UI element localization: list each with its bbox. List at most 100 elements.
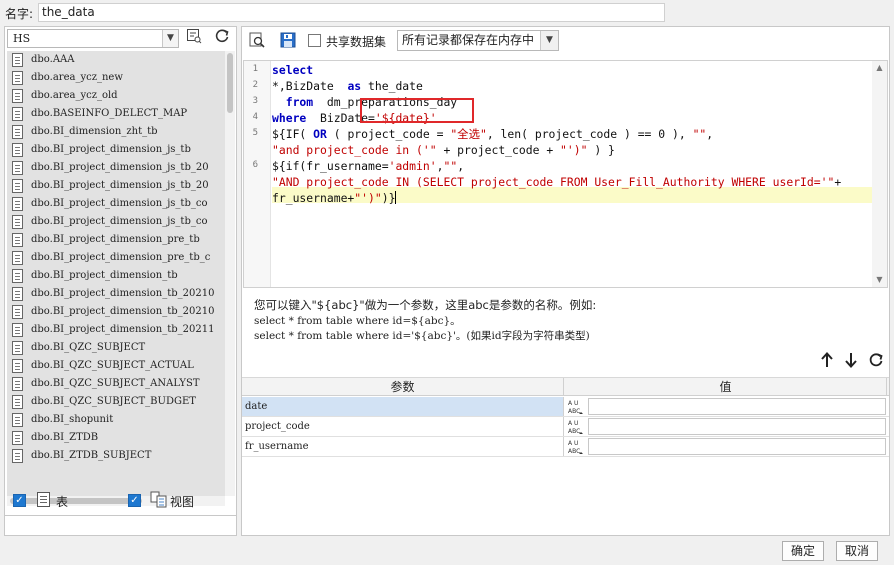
highlight-box [360,98,474,123]
move-up-icon[interactable] [818,352,836,370]
table-list-item[interactable]: dbo.BI_QZC_SUBJECT_BUDGET [7,393,225,411]
help-line-2: select * from table where id=${abc}。 [254,315,461,327]
svg-text:ABC: ABC [568,448,580,455]
move-down-icon[interactable] [842,352,860,370]
show-tables-checkbox[interactable]: ✓ [13,494,26,507]
table-list-item[interactable]: dbo.BI_project_dimension_js_tb_co [7,213,225,231]
parameter-row[interactable]: date A U ABC [242,397,889,417]
editor-vertical-scrollbar[interactable]: ▲ ▼ [872,61,887,287]
save-icon[interactable] [279,31,297,49]
table-icon [12,215,23,229]
refresh-parameters-icon[interactable] [867,352,885,370]
table-list-item[interactable]: dbo.BI_QZC_SUBJECT_ANALYST [7,375,225,393]
table-icon [12,251,23,265]
scroll-down-icon[interactable]: ▼ [872,273,887,287]
table-list-item[interactable]: dbo.BI_project_dimension_pre_tb_c [7,249,225,267]
code-token: , [706,127,714,141]
dataset-name-row: 名字: the_data [0,0,894,26]
code-token: , len( project_code ) == 0 ), [486,127,693,141]
code-token: ${if(fr_username= [272,159,389,173]
table-list-item[interactable]: dbo.BI_dimension_zht_tb [7,123,225,141]
table-list-item[interactable]: dbo.area_ycz_new [7,69,225,87]
table-list-item[interactable]: dbo.BI_project_dimension_js_tb_20 [7,177,225,195]
help-line-3: select * from table where id='${abc}'。(如… [254,330,590,342]
table-search-icon[interactable] [183,28,205,49]
editor-toolbar: 共享数据集 所有记录都保存在内存中 ▼ [242,27,889,54]
table-name: dbo.BI_project_dimension_tb [31,270,178,281]
table-name: dbo.BI_ZTDB_SUBJECT [31,450,152,461]
table-list-item[interactable]: dbo.BI_ZTDB_SUBJECT [7,447,225,465]
table-list-item[interactable]: dbo.area_ycz_old [7,87,225,105]
table-filter-input[interactable] [4,515,237,536]
table-list-item[interactable]: dbo.BI_project_dimension_js_tb [7,141,225,159]
code-token: from [285,95,314,109]
sql-editor[interactable]: 123456 select *,BizDate as the_date from … [243,60,888,288]
table-list-vertical-scrollbar[interactable] [225,51,235,496]
code-line: select [272,62,872,78]
table-list-item[interactable]: dbo.BI_project_dimension_js_tb_co [7,195,225,213]
table-icon [12,341,23,355]
parameter-value-input[interactable] [588,438,886,455]
table-icon [12,269,23,283]
table-name: dbo.BI_project_dimension_tb_20210 [31,288,215,299]
svg-text:A U: A U [568,420,578,427]
table-list-item[interactable]: dbo.AAA [7,51,225,69]
scroll-up-icon[interactable]: ▲ [872,61,887,75]
database-select[interactable]: HS ▼ [7,29,179,48]
line-number-gutter: 1 2 3 4 5 6 [244,61,271,287]
table-icon [12,395,23,409]
table-icon [12,359,23,373]
table-list-item[interactable]: dbo.BI_project_dimension_tb [7,267,225,285]
code-token: 'admin' [388,159,437,173]
table-list-item[interactable]: dbo.BI_project_dimension_js_tb_20 [7,159,225,177]
table-name: dbo.BI_project_dimension_pre_tb [31,234,200,245]
table-list-item[interactable]: dbo.BI_shopunit [7,411,225,429]
text-type-icon[interactable]: A U ABC [566,438,586,456]
parameter-value-input[interactable] [588,398,886,415]
table-icon [12,287,23,301]
text-type-icon[interactable]: A U ABC [566,398,586,416]
table-name: dbo.area_ycz_new [31,72,123,83]
table-name: dbo.BI_project_dimension_js_tb_co [31,216,208,227]
table-list-item[interactable]: dbo.BASEINFO_DELECT_MAP [7,105,225,123]
share-dataset-checkbox[interactable] [308,34,321,47]
table-name: dbo.BI_project_dimension_pre_tb_c [31,252,211,263]
table-list-item[interactable]: dbo.BI_project_dimension_tb_20210 [7,303,225,321]
table-icon [12,431,23,445]
table-name: dbo.BI_project_dimension_tb_20211 [31,324,215,335]
code-token: )} [381,191,396,205]
table-name: dbo.BI_dimension_zht_tb [31,126,158,137]
cancel-button[interactable]: 取消 [836,541,878,561]
dataset-name-label: 名字: [5,7,34,21]
table-list-item[interactable]: dbo.BI_QZC_SUBJECT_ACTUAL [7,357,225,375]
text-type-icon[interactable]: A U ABC [566,418,586,436]
storage-mode-select[interactable]: 所有记录都保存在内存中 ▼ [397,30,559,51]
table-icon [12,323,23,337]
code-token: "and project_code in ('" [272,143,437,157]
dataset-name-input[interactable]: the_data [38,3,665,22]
table-name: dbo.BI_QZC_SUBJECT_ANALYST [31,378,200,389]
preview-icon[interactable] [248,31,266,49]
table-icon [12,377,23,391]
svg-text:A U: A U [568,440,578,447]
code-line: fr_username+"')")} [272,190,872,206]
scrollbar-thumb[interactable] [227,53,233,113]
svg-text:A U: A U [568,400,578,407]
ok-button[interactable]: 确定 [782,541,824,561]
column-header-parameter: 参数 [242,378,564,396]
show-views-checkbox[interactable]: ✓ [128,494,141,507]
table-list-item[interactable]: dbo.BI_project_dimension_tb_20211 [7,321,225,339]
chevron-down-icon[interactable]: ▼ [540,31,558,50]
sql-code-area[interactable]: select *,BizDate as the_date from dm_prep… [272,61,872,287]
parameter-row[interactable]: project_code A U ABC [242,417,889,437]
database-select-value: HS [13,32,31,45]
table-list-item[interactable]: dbo.BI_QZC_SUBJECT [7,339,225,357]
refresh-icon[interactable] [211,28,233,49]
parameter-value-input[interactable] [588,418,886,435]
table-list-item[interactable]: dbo.BI_ZTDB [7,429,225,447]
parameter-row[interactable]: fr_username A U ABC [242,437,889,457]
table-list-item[interactable]: dbo.BI_project_dimension_pre_tb [7,231,225,249]
table-list-item[interactable]: dbo.BI_project_dimension_tb_20210 [7,285,225,303]
chevron-down-icon[interactable]: ▼ [162,30,178,47]
